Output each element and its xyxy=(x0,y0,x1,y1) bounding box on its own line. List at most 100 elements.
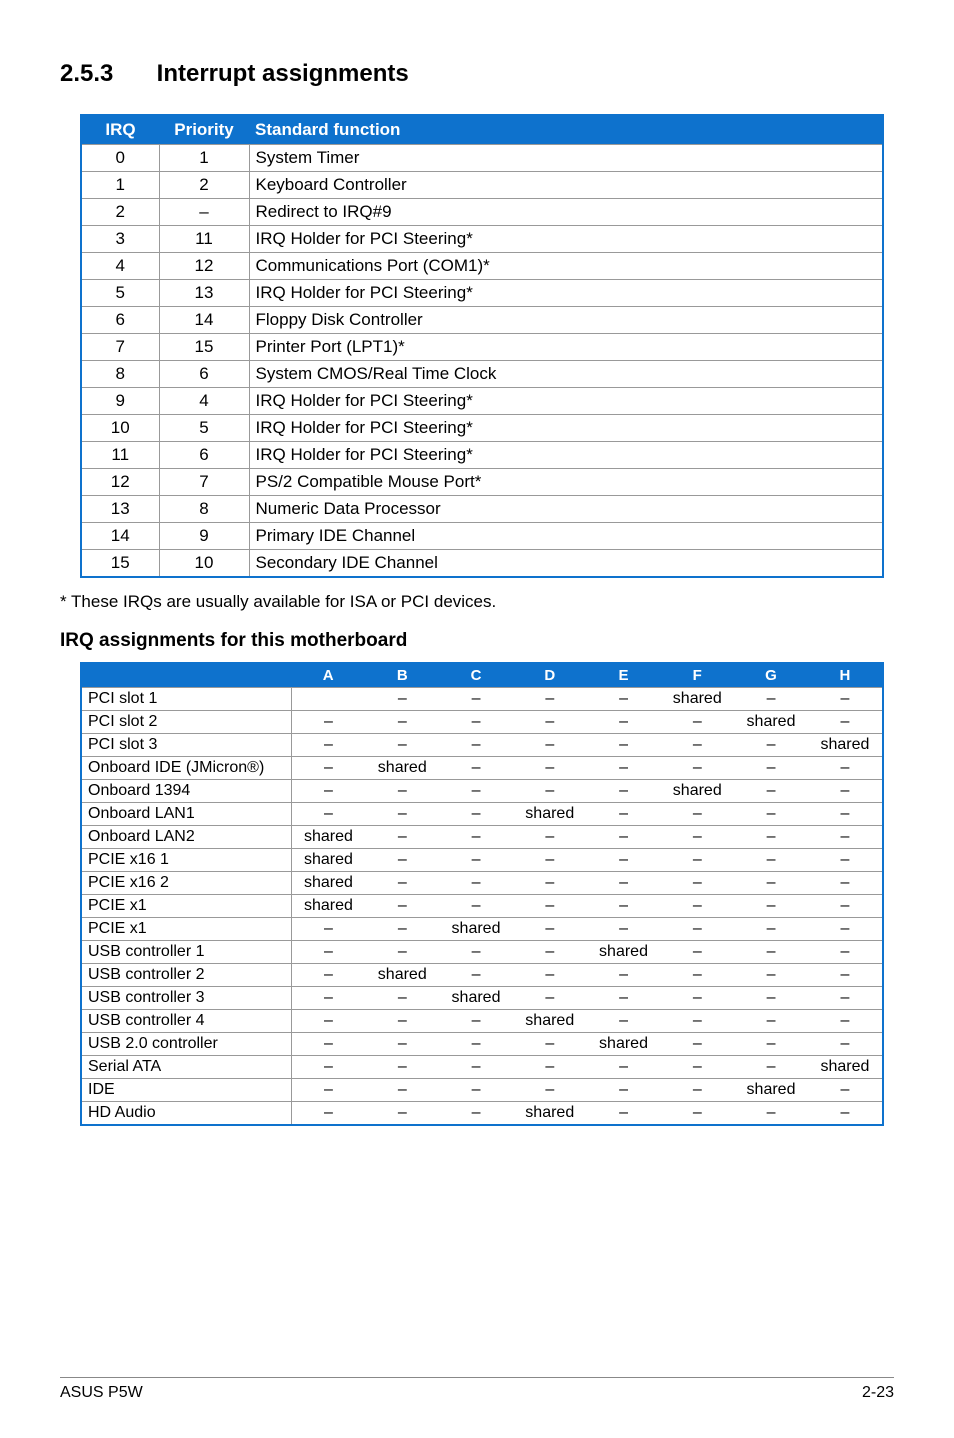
assign-cell: – xyxy=(513,987,587,1010)
priority-cell: 15 xyxy=(159,334,249,361)
assign-cell: – xyxy=(439,1056,513,1079)
assign-cell: – xyxy=(291,711,365,734)
priority-cell: 5 xyxy=(159,415,249,442)
assign-cell: shared xyxy=(513,803,587,826)
assign-cell: – xyxy=(513,826,587,849)
assign-cell: – xyxy=(513,872,587,895)
assign-cell: – xyxy=(365,688,439,711)
assign-cell: – xyxy=(291,780,365,803)
table-row: 614Floppy Disk Controller xyxy=(81,307,883,334)
assign-cell: shared xyxy=(365,964,439,987)
assign-cell: – xyxy=(439,1102,513,1126)
assign-cell: – xyxy=(439,688,513,711)
assign-cell: – xyxy=(734,872,808,895)
table-row: 116IRQ Holder for PCI Steering* xyxy=(81,442,883,469)
assign-header: H xyxy=(808,663,883,688)
irq-cell: 12 xyxy=(81,469,159,496)
assign-cell: – xyxy=(513,688,587,711)
irq-header-function: Standard function xyxy=(249,115,883,145)
irq-cell: 8 xyxy=(81,361,159,388)
function-cell: Floppy Disk Controller xyxy=(249,307,883,334)
irq-cell: 2 xyxy=(81,199,159,226)
function-cell: IRQ Holder for PCI Steering* xyxy=(249,442,883,469)
assign-cell: – xyxy=(587,711,661,734)
priority-cell: 9 xyxy=(159,523,249,550)
assign-cell: – xyxy=(439,1010,513,1033)
assign-cell: – xyxy=(808,826,883,849)
footer-right: 2-23 xyxy=(862,1384,894,1402)
assign-cell: – xyxy=(660,964,734,987)
table-row: USB controller 3––shared––––– xyxy=(81,987,883,1010)
assign-cell: – xyxy=(587,757,661,780)
assign-cell: – xyxy=(660,711,734,734)
function-cell: IRQ Holder for PCI Steering* xyxy=(249,388,883,415)
assign-cell: – xyxy=(660,1010,734,1033)
assign-cell: – xyxy=(660,941,734,964)
irq-table: IRQ Priority Standard function 01System … xyxy=(80,114,884,578)
assign-header: E xyxy=(587,663,661,688)
irq-cell: 3 xyxy=(81,226,159,253)
table-row: 412Communications Port (COM1)* xyxy=(81,253,883,280)
table-row: PCIE x1shared––––––– xyxy=(81,895,883,918)
irq-assignments-heading: IRQ assignments for this motherboard xyxy=(60,630,894,652)
assign-cell: – xyxy=(439,780,513,803)
function-cell: IRQ Holder for PCI Steering* xyxy=(249,280,883,307)
assign-header: F xyxy=(660,663,734,688)
priority-cell: 8 xyxy=(159,496,249,523)
assign-cell: – xyxy=(808,803,883,826)
assign-cell: – xyxy=(365,987,439,1010)
assign-cell: – xyxy=(734,918,808,941)
priority-cell: 6 xyxy=(159,361,249,388)
assign-cell: – xyxy=(587,849,661,872)
section-heading: 2.5.3 Interrupt assignments xyxy=(60,60,894,88)
assign-cell: – xyxy=(808,1033,883,1056)
assign-cell: – xyxy=(808,987,883,1010)
table-row: 105IRQ Holder for PCI Steering* xyxy=(81,415,883,442)
assign-cell: – xyxy=(587,780,661,803)
assign-cell: shared xyxy=(291,872,365,895)
assign-cell: – xyxy=(439,734,513,757)
table-row: PCI slot 1––––shared–– xyxy=(81,688,883,711)
assign-cell: – xyxy=(660,895,734,918)
assign-header: A xyxy=(291,663,365,688)
assign-cell: – xyxy=(513,734,587,757)
assign-cell: shared xyxy=(439,918,513,941)
assign-cell: – xyxy=(291,1010,365,1033)
assign-cell: – xyxy=(365,941,439,964)
assign-cell: – xyxy=(365,803,439,826)
assign-label-cell: Onboard IDE (JMicron®) xyxy=(81,757,291,780)
assign-label-cell: USB controller 3 xyxy=(81,987,291,1010)
irq-cell: 13 xyxy=(81,496,159,523)
assign-label-cell: PCIE x16 2 xyxy=(81,872,291,895)
assign-cell: shared xyxy=(513,1102,587,1126)
assign-cell: – xyxy=(587,895,661,918)
page-footer: ASUS P5W 2-23 xyxy=(60,1377,894,1402)
irq-cell: 9 xyxy=(81,388,159,415)
assign-cell: – xyxy=(513,780,587,803)
assign-cell: – xyxy=(513,1056,587,1079)
assign-label-cell: PCI slot 1 xyxy=(81,688,291,711)
assign-cell: – xyxy=(291,918,365,941)
table-row: 12Keyboard Controller xyxy=(81,172,883,199)
assign-cell: – xyxy=(587,803,661,826)
assign-cell: shared xyxy=(734,1079,808,1102)
assign-cell: – xyxy=(439,872,513,895)
assign-cell: – xyxy=(660,872,734,895)
assign-cell: – xyxy=(734,849,808,872)
assign-cell: – xyxy=(587,688,661,711)
section-number: 2.5.3 xyxy=(60,60,150,88)
assign-cell: shared xyxy=(291,895,365,918)
table-row: Onboard LAN2shared––––––– xyxy=(81,826,883,849)
table-row: USB controller 4–––shared–––– xyxy=(81,1010,883,1033)
assign-cell: – xyxy=(365,895,439,918)
assign-cell: – xyxy=(734,1056,808,1079)
assign-cell: – xyxy=(365,826,439,849)
assign-cell: – xyxy=(660,1079,734,1102)
assign-cell: – xyxy=(365,711,439,734)
assign-header: C xyxy=(439,663,513,688)
assign-cell: – xyxy=(808,757,883,780)
assign-cell: – xyxy=(365,872,439,895)
table-row: 127PS/2 Compatible Mouse Port* xyxy=(81,469,883,496)
assign-cell: – xyxy=(734,688,808,711)
assign-label-cell: PCIE x16 1 xyxy=(81,849,291,872)
